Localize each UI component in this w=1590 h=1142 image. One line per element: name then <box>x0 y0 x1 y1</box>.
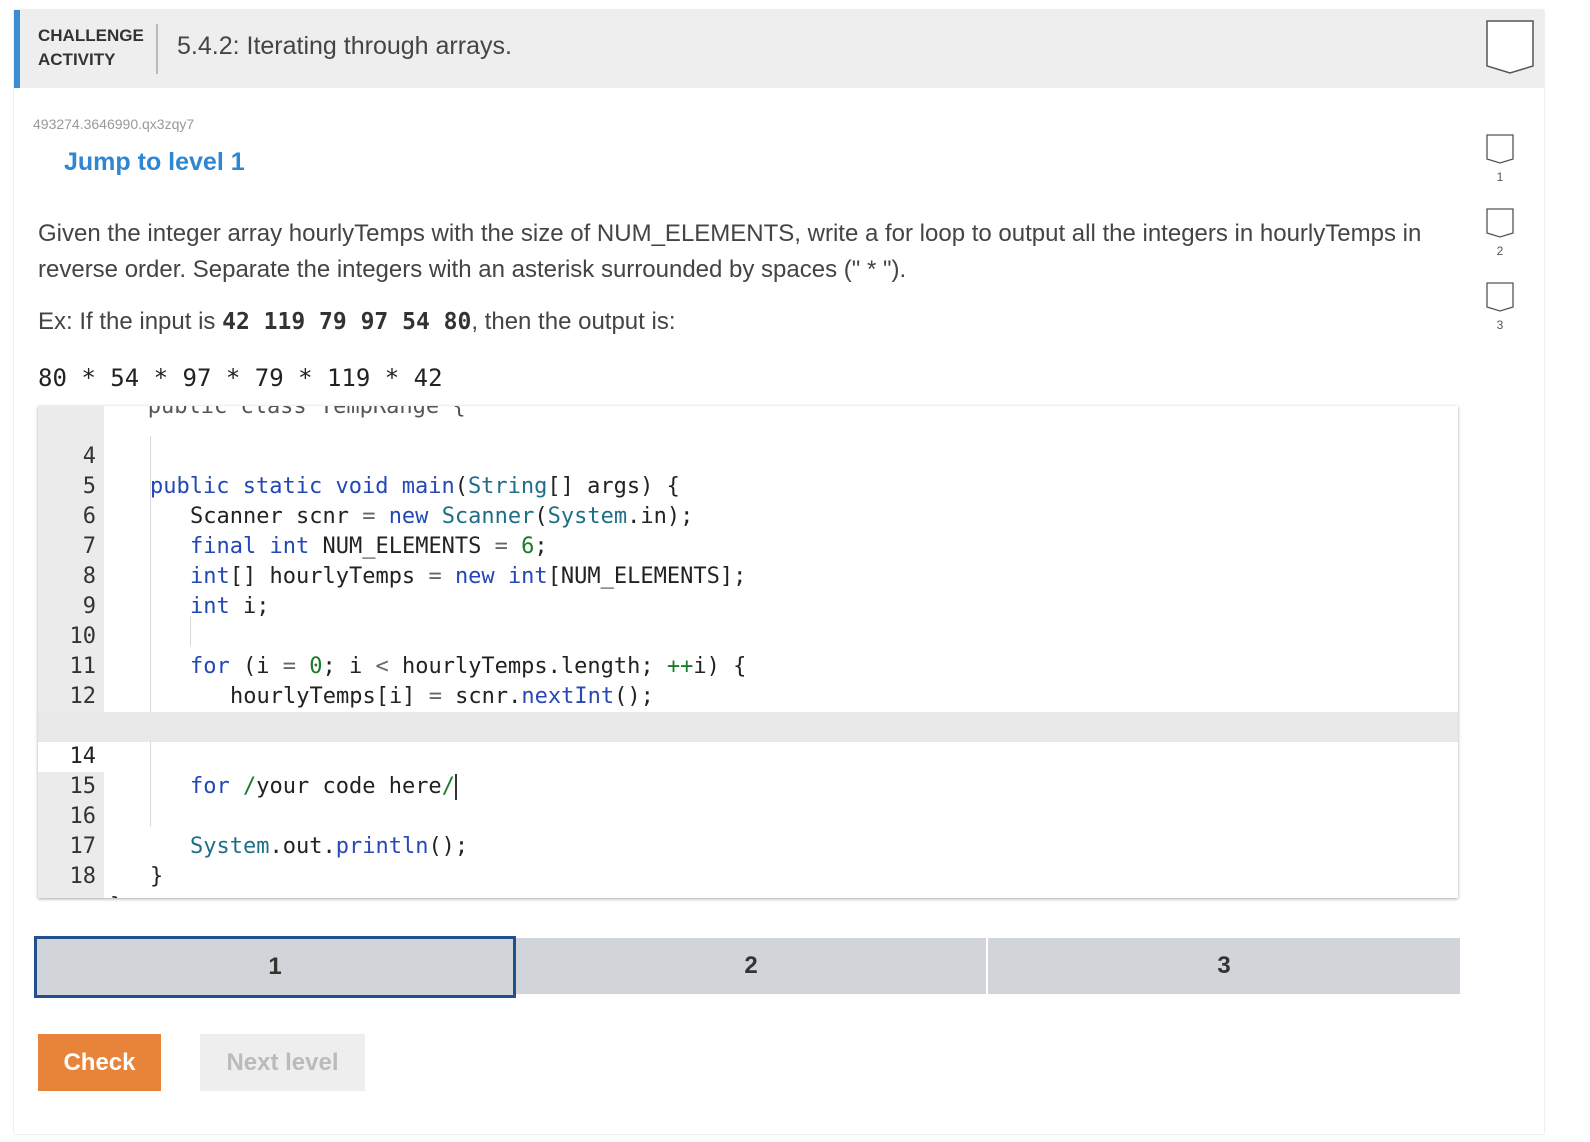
side-level-2[interactable]: 2 <box>1484 208 1516 258</box>
side-level-number: 3 <box>1496 318 1504 332</box>
code-line-4[interactable]: 4 public static void main(String[] args)… <box>38 412 1458 499</box>
code-line-17[interactable]: 17 } <box>38 802 1458 889</box>
side-level-1[interactable]: 1 <box>1484 134 1516 184</box>
activity-title: 5.4.2: Iterating through arrays. <box>177 32 512 60</box>
level-3-button[interactable]: 3 <box>988 938 1460 994</box>
label-line-1: CHALLENGE <box>38 26 144 45</box>
code-line-9[interactable]: 9 <box>38 562 1458 619</box>
code-line-18[interactable]: 18 } <box>38 832 1458 898</box>
code-line-8[interactable]: 8 int i; <box>38 532 1458 619</box>
code-line-12[interactable]: 12 } <box>38 652 1458 739</box>
token: } <box>150 864 164 889</box>
code-line-16[interactable]: 16 System.out.println(); <box>38 772 1458 859</box>
code-editor[interactable]: public class TempRange { 4 public static… <box>38 406 1458 898</box>
code-line-5[interactable]: 5 Scanner scnr = new Scanner(System.in); <box>38 442 1458 529</box>
next-level-button[interactable]: Next level <box>200 1034 365 1091</box>
token: } <box>110 894 123 898</box>
level-2-button[interactable]: 2 <box>516 938 986 994</box>
completion-badge-icon <box>1486 20 1534 74</box>
side-level-3[interactable]: 3 <box>1484 282 1516 332</box>
code-line-7[interactable]: 7 int[] hourlyTemps = new int[NUM_ELEMEN… <box>38 502 1458 589</box>
code-line-10[interactable]: 10 for (i = 0; i < hourlyTemps.length; +… <box>38 592 1458 679</box>
side-level-number: 1 <box>1496 170 1504 184</box>
side-level-number: 2 <box>1496 244 1504 258</box>
example-output: 80 * 54 * 97 * 79 * 119 * 42 <box>38 364 443 392</box>
header-divider <box>156 24 158 74</box>
level-1-button[interactable]: 1 <box>34 936 516 998</box>
example-prefix: Ex: If the input is <box>38 308 223 335</box>
code-line-13[interactable]: 13 <box>38 682 1458 739</box>
activity-id: 493274.3646990.qx3zqy7 <box>33 116 195 132</box>
challenge-card: CHALLENGE ACTIVITY 5.4.2: Iterating thro… <box>14 10 1544 1134</box>
code-line-11[interactable]: 11 hourlyTemps[i] = scnr.nextInt(); <box>38 622 1458 709</box>
level-badge-icon <box>1486 282 1514 312</box>
line-number: 18 <box>69 864 97 889</box>
problem-prompt: Given the integer array hourlyTemps with… <box>38 220 1422 283</box>
check-button[interactable]: Check <box>38 1034 161 1091</box>
level-badge-icon <box>1486 134 1514 164</box>
challenge-header: CHALLENGE ACTIVITY 5.4.2: Iterating thro… <box>14 10 1544 88</box>
label-line-2: ACTIVITY <box>38 50 116 69</box>
level-badge-icon <box>1486 208 1514 238</box>
challenge-activity-label: CHALLENGE ACTIVITY <box>38 24 144 72</box>
example-input: 42 119 79 97 54 80 <box>222 309 472 335</box>
example-suffix: , then the output is: <box>471 308 676 335</box>
code-line-14-active[interactable]: 14 for /your code here/ <box>38 712 1458 800</box>
code-line-15[interactable]: 15 <box>38 742 1458 799</box>
jump-to-level-link[interactable]: Jump to level 1 <box>64 148 245 177</box>
code-line-6[interactable]: 6 final int NUM_ELEMENTS = 6; <box>38 472 1458 559</box>
example-text: Ex: If the input is 42 119 79 97 54 80, … <box>38 304 675 340</box>
level-selector: 1 2 3 <box>34 936 1460 998</box>
